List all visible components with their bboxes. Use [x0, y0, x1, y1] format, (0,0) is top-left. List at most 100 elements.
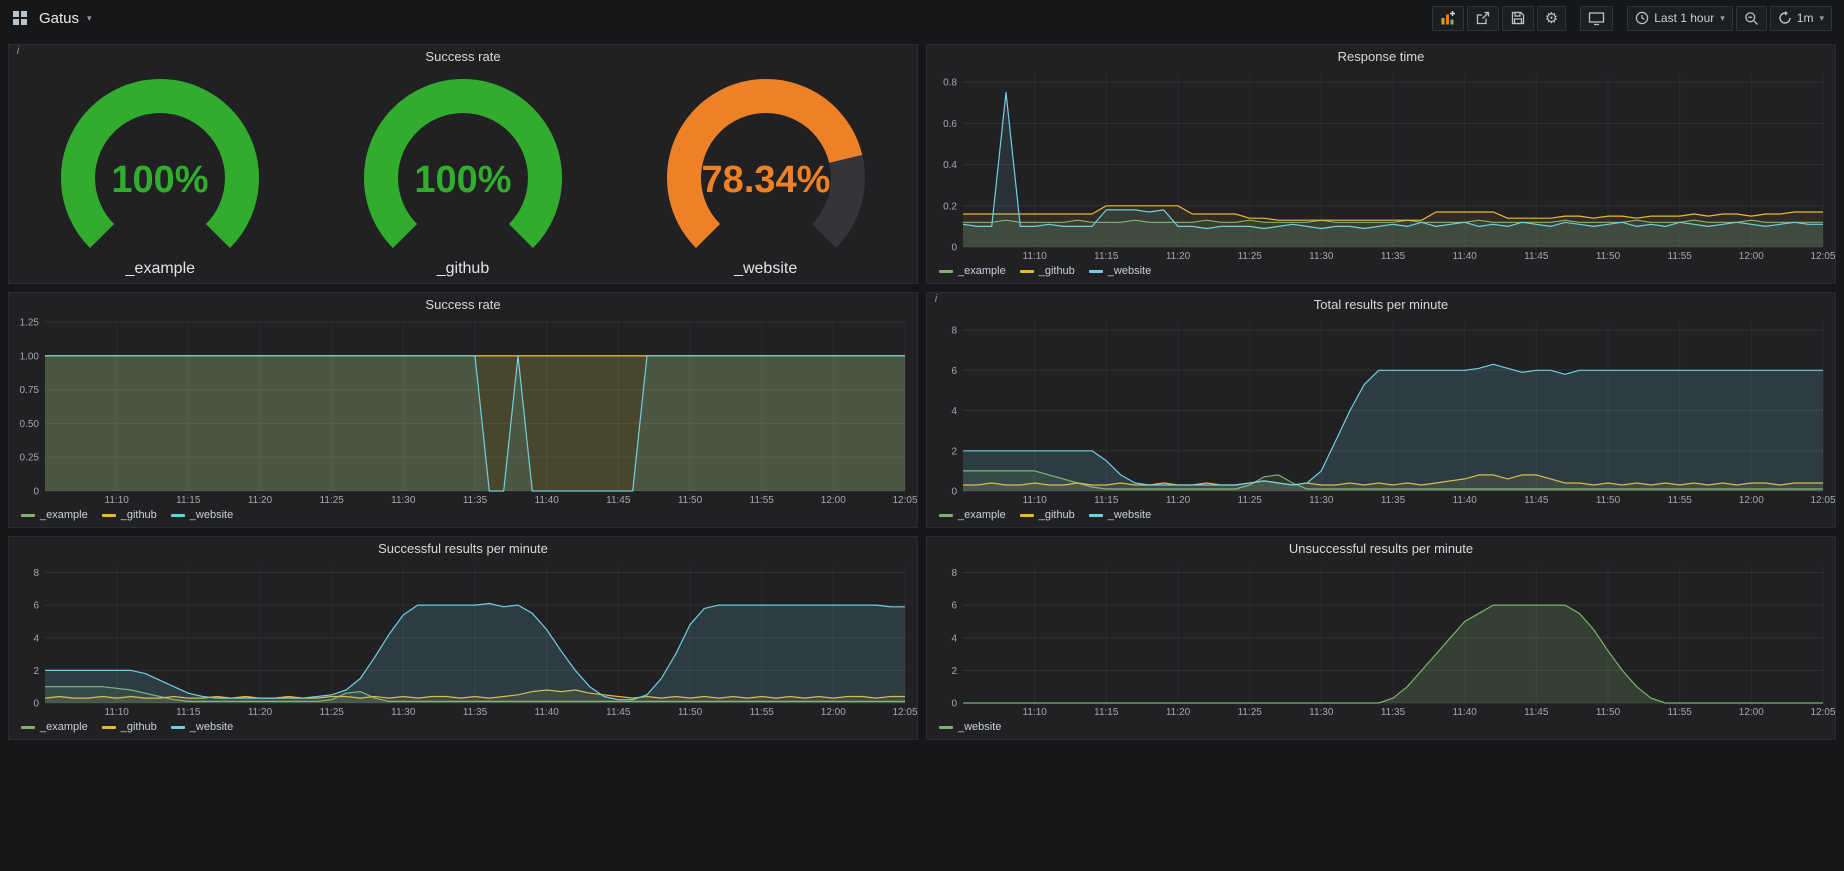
legend-item-github[interactable]: _github — [1020, 509, 1075, 521]
svg-text:11:15: 11:15 — [1094, 707, 1119, 718]
chart-area[interactable]: 0246811:1011:1511:2011:2511:3011:3511:40… — [927, 560, 1835, 719]
legend-item-example[interactable]: _example — [939, 509, 1006, 521]
time-range-button[interactable]: Last 1 hour ▾ — [1627, 6, 1733, 31]
chart-svg[interactable]: 0246811:1011:1511:2011:2511:3011:3511:40… — [927, 560, 1835, 719]
caret-down-icon[interactable]: ▾ — [87, 13, 92, 24]
svg-text:8: 8 — [33, 568, 39, 579]
gauge-arc: 100% — [20, 74, 300, 259]
svg-text:11:30: 11:30 — [1309, 707, 1334, 718]
svg-text:0.6: 0.6 — [943, 119, 957, 130]
dashboard-grid: iSuccess rate100%_example100%_github78.3… — [0, 36, 1844, 748]
refresh-button[interactable]: 1m ▾ — [1770, 6, 1832, 31]
legend-item-github[interactable]: _github — [102, 509, 157, 521]
refresh-interval-label: 1m — [1797, 11, 1814, 25]
legend-item-example[interactable]: _example — [939, 265, 1006, 277]
panel-info-icon[interactable]: i — [930, 293, 942, 307]
svg-text:12:00: 12:00 — [1739, 251, 1764, 262]
save-button[interactable] — [1502, 6, 1534, 31]
clock-icon — [1635, 11, 1649, 25]
svg-text:12:00: 12:00 — [1739, 495, 1764, 506]
add-panel-icon — [1440, 10, 1456, 26]
chart-svg[interactable]: 00.20.40.60.811:1011:1511:2011:2511:3011… — [927, 68, 1835, 263]
panel-legend: _website — [927, 719, 1835, 739]
legend-label: _example — [40, 509, 88, 521]
legend-swatch — [102, 514, 116, 517]
svg-text:8: 8 — [951, 326, 957, 337]
apps-grid-icon — [12, 10, 28, 26]
svg-text:4: 4 — [33, 633, 39, 644]
svg-text:2: 2 — [951, 446, 957, 457]
save-icon — [1510, 10, 1526, 26]
svg-text:11:10: 11:10 — [1023, 495, 1048, 506]
zoom-out-button[interactable] — [1736, 6, 1767, 31]
svg-text:12:00: 12:00 — [1739, 707, 1764, 718]
legend-label: _example — [40, 721, 88, 733]
gauge-value: 78.34% — [701, 159, 830, 201]
svg-text:12:00: 12:00 — [821, 495, 846, 506]
legend-swatch — [21, 726, 35, 729]
legend-item-website[interactable]: _website — [171, 721, 233, 733]
svg-text:11:15: 11:15 — [1094, 495, 1119, 506]
legend-item-example[interactable]: _example — [21, 509, 88, 521]
chart-svg[interactable]: 00.250.500.751.001.2511:1011:1511:2011:2… — [9, 316, 917, 507]
panel-success-rate: Success rate00.250.500.751.001.2511:1011… — [8, 292, 918, 528]
svg-text:11:30: 11:30 — [391, 495, 416, 506]
panel-unsuccessful-results-per-minute: Unsuccessful results per minute0246811:1… — [926, 536, 1836, 740]
legend-label: _github — [121, 509, 157, 521]
svg-text:11:50: 11:50 — [1596, 251, 1621, 262]
panel-info-icon[interactable]: i — [12, 45, 24, 59]
panel-title[interactable]: Unsuccessful results per minute — [927, 537, 1835, 560]
gauge-label: _website — [734, 260, 797, 278]
svg-text:11:20: 11:20 — [248, 495, 273, 506]
caret-down-icon: ▾ — [1720, 13, 1725, 24]
panel-title[interactable]: Success rate — [9, 45, 917, 68]
legend-item-website[interactable]: _website — [1089, 509, 1151, 521]
svg-text:8: 8 — [951, 568, 957, 579]
legend-swatch — [21, 514, 35, 517]
svg-text:11:30: 11:30 — [391, 707, 416, 718]
chart-area[interactable]: 00.250.500.751.001.2511:1011:1511:2011:2… — [9, 316, 917, 507]
svg-text:11:40: 11:40 — [535, 495, 560, 506]
legend-item-website[interactable]: _website — [939, 721, 1001, 733]
svg-text:11:15: 11:15 — [176, 707, 201, 718]
panel-legend: _example _github _website — [927, 263, 1835, 283]
svg-text:11:55: 11:55 — [1668, 251, 1693, 262]
gauge-arc: 100% — [323, 74, 603, 259]
svg-text:11:45: 11:45 — [1524, 495, 1549, 506]
panel-success-rate-gauges: iSuccess rate100%_example100%_github78.3… — [8, 44, 918, 284]
navbar-left: Gatus ▾ — [8, 6, 92, 30]
navbar-right: ⚙ Last 1 hour ▾ 1m ▾ — [1429, 6, 1832, 31]
chart-svg[interactable]: 0246811:1011:1511:2011:2511:3011:3511:40… — [927, 316, 1835, 507]
svg-text:2: 2 — [951, 666, 957, 677]
panel-title[interactable]: Success rate — [9, 293, 917, 316]
refresh-icon — [1778, 11, 1792, 25]
chart-area[interactable]: 0246811:1011:1511:2011:2511:3011:3511:40… — [927, 316, 1835, 507]
svg-text:12:05: 12:05 — [1810, 495, 1835, 506]
legend-item-example[interactable]: _example — [21, 721, 88, 733]
svg-text:4: 4 — [951, 406, 957, 417]
svg-text:11:45: 11:45 — [606, 707, 631, 718]
panel-legend: _example _github _website — [9, 507, 917, 527]
add-panel-button[interactable] — [1432, 6, 1464, 31]
navbar: Gatus ▾ ⚙ Last 1 hour ▾ 1m ▾ — [0, 0, 1844, 36]
chart-area[interactable]: 0246811:1011:1511:2011:2511:3011:3511:40… — [9, 560, 917, 719]
panel-title[interactable]: Total results per minute — [927, 293, 1835, 316]
panel-title[interactable]: Successful results per minute — [9, 537, 917, 560]
legend-item-github[interactable]: _github — [1020, 265, 1075, 277]
svg-text:11:50: 11:50 — [1596, 495, 1621, 506]
legend-item-website[interactable]: _website — [171, 509, 233, 521]
tv-mode-button[interactable] — [1580, 6, 1613, 31]
svg-text:11:50: 11:50 — [678, 495, 703, 506]
svg-text:6: 6 — [951, 366, 957, 377]
monitor-icon — [1588, 11, 1605, 26]
chart-svg[interactable]: 0246811:1011:1511:2011:2511:3011:3511:40… — [9, 560, 917, 719]
dashboard-title[interactable]: Gatus — [39, 10, 79, 27]
share-button[interactable] — [1467, 6, 1499, 31]
panel-title[interactable]: Response time — [927, 45, 1835, 68]
legend-item-github[interactable]: _github — [102, 721, 157, 733]
settings-button[interactable]: ⚙ — [1537, 6, 1566, 31]
svg-text:0: 0 — [951, 699, 957, 710]
chart-area[interactable]: 00.20.40.60.811:1011:1511:2011:2511:3011… — [927, 68, 1835, 263]
legend-item-website[interactable]: _website — [1089, 265, 1151, 277]
dashboards-grid-icon[interactable] — [8, 6, 32, 30]
